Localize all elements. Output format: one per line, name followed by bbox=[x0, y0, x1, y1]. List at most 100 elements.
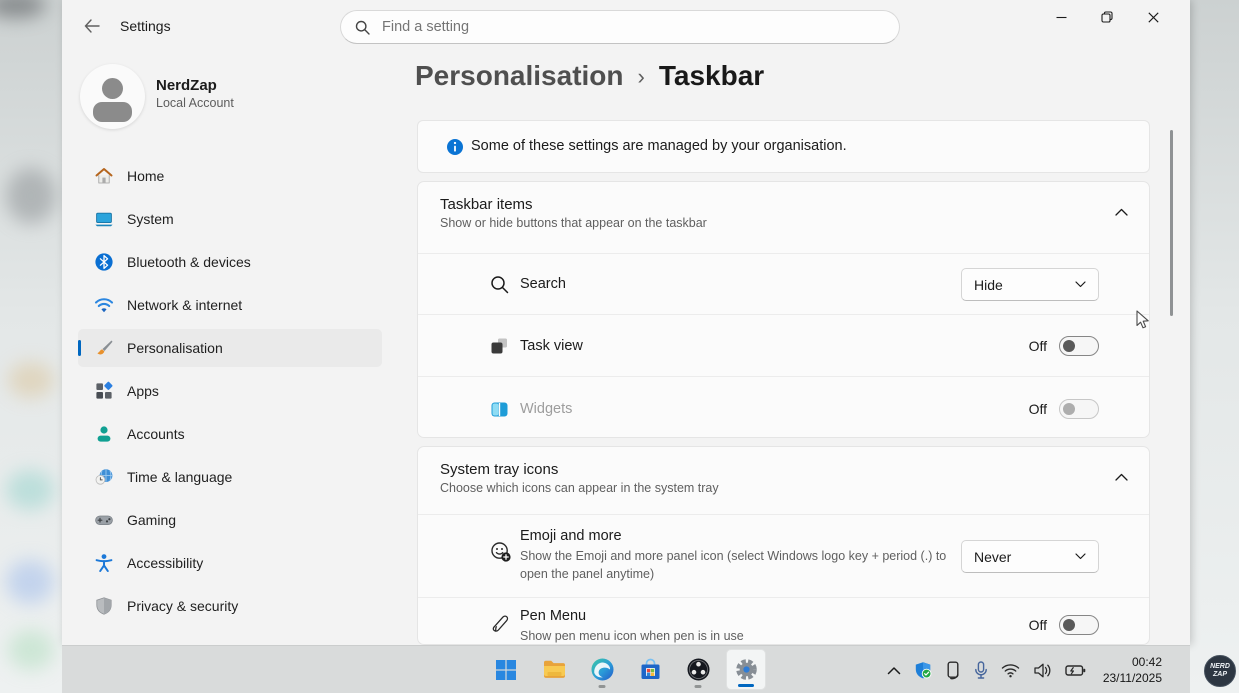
video-frame: Settings NerdZap Local Account bbox=[0, 0, 1239, 693]
sidebar-item-label: Apps bbox=[127, 383, 159, 399]
collapse-button[interactable] bbox=[1111, 202, 1131, 222]
dropdown-value: Never bbox=[974, 549, 1011, 565]
microphone-icon bbox=[974, 661, 988, 680]
sidebar-item-network-internet[interactable]: Network & internet bbox=[78, 286, 382, 324]
sidebar-item-label: Home bbox=[127, 168, 164, 184]
row-label: Search bbox=[520, 276, 566, 292]
taskbar-app-icons bbox=[486, 649, 766, 690]
search-setting-row: Search Hide bbox=[418, 253, 1149, 314]
section-subtitle: Choose which icons can appear in the sys… bbox=[440, 481, 1129, 495]
sidebar-item-privacy-security[interactable]: Privacy & security bbox=[78, 587, 382, 625]
pen-row-text: Pen Menu Show pen menu icon when pen is … bbox=[520, 608, 744, 645]
breadcrumb: Personalisation › Taskbar bbox=[415, 60, 764, 92]
page-title: Taskbar bbox=[659, 60, 764, 92]
task-view-icon bbox=[490, 337, 509, 356]
search-box[interactable] bbox=[340, 10, 900, 44]
hidden-icons-button[interactable] bbox=[887, 666, 901, 675]
row-description: Show the Emoji and more panel icon (sele… bbox=[520, 547, 972, 583]
home-icon bbox=[94, 166, 114, 186]
laptop-icon bbox=[94, 209, 114, 229]
windows-start-icon bbox=[494, 658, 518, 682]
sidebar-item-accessibility[interactable]: Accessibility bbox=[78, 544, 382, 582]
windows-desktop: Settings NerdZap Local Account bbox=[62, 0, 1190, 693]
phone-link-tray-button[interactable] bbox=[946, 661, 961, 680]
clock-globe-icon bbox=[94, 467, 114, 487]
row-label: Pen Menu bbox=[520, 608, 744, 624]
store-bag-icon bbox=[638, 657, 663, 682]
sidebar-item-gaming[interactable]: Gaming bbox=[78, 501, 382, 539]
banner-text: Some of these settings are managed by yo… bbox=[471, 138, 847, 154]
settings-window: Settings NerdZap Local Account bbox=[62, 0, 1190, 645]
section-subtitle: Show or hide buttons that appear on the … bbox=[440, 216, 1129, 230]
back-button[interactable] bbox=[78, 14, 106, 38]
time: 00:42 bbox=[1103, 654, 1162, 670]
obs-studio-button[interactable] bbox=[678, 649, 718, 690]
system-tray-header[interactable]: System tray icons Choose which icons can… bbox=[418, 447, 1149, 514]
sidebar-item-accounts[interactable]: Accounts bbox=[78, 415, 382, 453]
row-label: Emoji and more bbox=[520, 528, 972, 544]
accessibility-icon bbox=[94, 553, 114, 573]
active-running-indicator bbox=[738, 684, 754, 687]
security-shield-icon bbox=[914, 661, 933, 680]
close-button[interactable] bbox=[1130, 0, 1176, 34]
folder-icon bbox=[542, 657, 567, 682]
minimize-button[interactable] bbox=[1038, 0, 1084, 34]
sidebar-item-home[interactable]: Home bbox=[78, 157, 382, 195]
file-explorer-button[interactable] bbox=[534, 649, 574, 690]
sidebar-item-apps[interactable]: Apps bbox=[78, 372, 382, 410]
chevron-down-icon bbox=[1075, 553, 1086, 560]
search-icon bbox=[355, 20, 370, 35]
sidebar-item-bluetooth-devices[interactable]: Bluetooth & devices bbox=[78, 243, 382, 281]
system-tray-icons-card: System tray icons Choose which icons can… bbox=[417, 446, 1150, 645]
taskbar-items-header[interactable]: Taskbar items Show or hide buttons that … bbox=[418, 182, 1149, 253]
app-title: Settings bbox=[120, 18, 171, 34]
pen-menu-toggle[interactable] bbox=[1059, 615, 1099, 635]
sidebar-item-system[interactable]: System bbox=[78, 200, 382, 238]
collapse-button[interactable] bbox=[1111, 467, 1131, 487]
running-indicator bbox=[695, 685, 702, 688]
sidebar-item-label: System bbox=[127, 211, 174, 227]
window-controls bbox=[1038, 0, 1176, 34]
info-icon bbox=[446, 138, 464, 156]
settings-taskbar-button[interactable] bbox=[726, 649, 766, 690]
backdrop-blob bbox=[6, 560, 54, 604]
windows-security-tray-button[interactable] bbox=[914, 661, 933, 680]
microphone-tray-button[interactable] bbox=[974, 661, 988, 680]
phone-link-icon bbox=[946, 661, 961, 680]
chevron-up-icon bbox=[1115, 473, 1128, 481]
row-label: Widgets bbox=[520, 401, 572, 417]
sidebar-item-label: Privacy & security bbox=[127, 598, 238, 614]
chevron-up-icon bbox=[1115, 208, 1128, 216]
gamepad-icon bbox=[94, 510, 114, 530]
volume-tray-button[interactable] bbox=[1033, 662, 1052, 679]
section-title: System tray icons bbox=[440, 461, 1129, 478]
volume-icon bbox=[1033, 662, 1052, 679]
vertical-scrollbar[interactable] bbox=[1170, 130, 1173, 316]
search-visibility-dropdown[interactable]: Hide bbox=[961, 268, 1099, 301]
battery-tray-button[interactable] bbox=[1065, 663, 1086, 678]
wifi-icon bbox=[1001, 663, 1020, 678]
start-button[interactable] bbox=[486, 649, 526, 690]
network-tray-button[interactable] bbox=[1001, 663, 1020, 678]
widgets-toggle bbox=[1059, 399, 1099, 419]
search-input[interactable] bbox=[382, 19, 885, 35]
sidebar-item-time-language[interactable]: Time & language bbox=[78, 458, 382, 496]
running-indicator bbox=[599, 685, 606, 688]
restore-button[interactable] bbox=[1084, 0, 1130, 34]
gear-icon bbox=[734, 657, 759, 682]
emoji-visibility-dropdown[interactable]: Never bbox=[961, 540, 1099, 573]
backdrop-blob bbox=[6, 470, 54, 510]
sidebar-nav: Home System Bluetooth & devices Network … bbox=[78, 157, 382, 630]
microsoft-store-button[interactable] bbox=[630, 649, 670, 690]
breadcrumb-parent[interactable]: Personalisation bbox=[415, 60, 624, 92]
backdrop-blob bbox=[6, 168, 56, 224]
widgets-icon bbox=[490, 400, 509, 419]
mouse-cursor bbox=[1136, 310, 1153, 330]
obs-icon bbox=[686, 657, 711, 682]
edge-browser-button[interactable] bbox=[582, 649, 622, 690]
avatar[interactable] bbox=[80, 64, 145, 129]
sidebar-item-personalisation[interactable]: Personalisation bbox=[78, 329, 382, 367]
clock[interactable]: 00:42 23/11/2025 bbox=[1103, 654, 1162, 686]
wifi-icon bbox=[94, 295, 114, 315]
task-view-toggle[interactable] bbox=[1059, 336, 1099, 356]
